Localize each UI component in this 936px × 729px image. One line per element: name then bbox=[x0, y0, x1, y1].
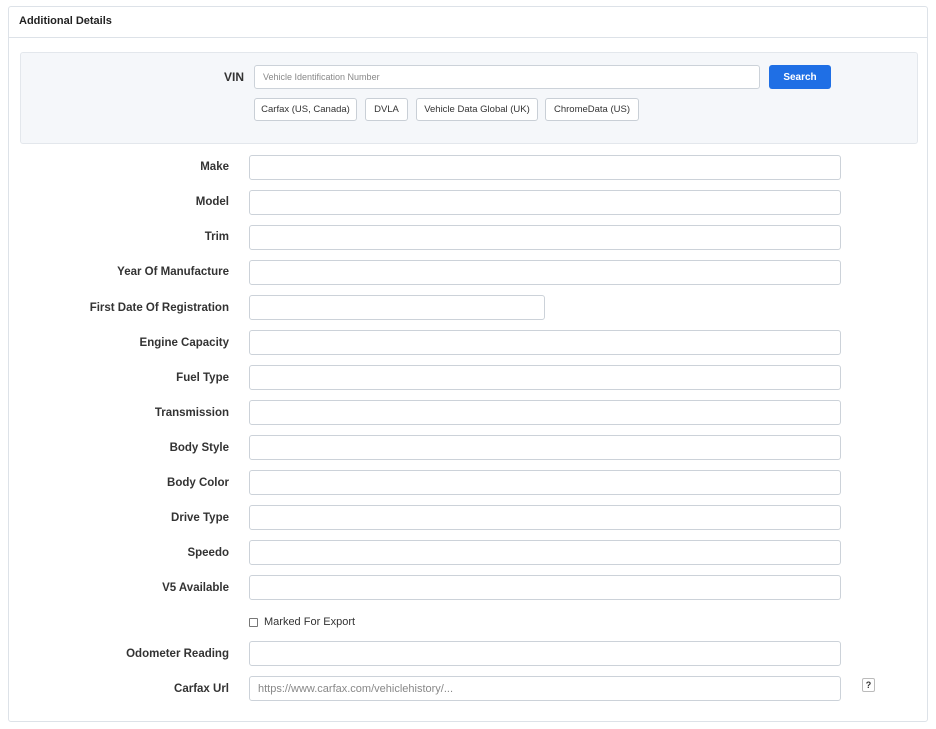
model-field[interactable] bbox=[249, 190, 841, 215]
body-color-label: Body Color bbox=[167, 477, 229, 489]
make-field[interactable] bbox=[249, 155, 841, 180]
vin-input[interactable] bbox=[254, 65, 760, 89]
v5-available-field[interactable] bbox=[249, 575, 841, 600]
trim-field[interactable] bbox=[249, 225, 841, 250]
provider-carfax-button[interactable]: Carfax (US, Canada) bbox=[254, 98, 357, 121]
additional-details-panel: Additional Details VIN Search Carfax (US… bbox=[8, 6, 928, 722]
drive-type-label: Drive Type bbox=[171, 512, 229, 524]
year-field[interactable] bbox=[249, 260, 841, 285]
body-style-label: Body Style bbox=[169, 442, 229, 454]
fuel-type-field[interactable] bbox=[249, 365, 841, 390]
help-icon[interactable]: ? bbox=[862, 678, 875, 692]
transmission-field[interactable] bbox=[249, 400, 841, 425]
trim-label: Trim bbox=[204, 231, 229, 243]
first-registration-label: First Date Of Registration bbox=[89, 302, 229, 314]
year-label: Year Of Manufacture bbox=[117, 266, 229, 278]
export-checkbox-row[interactable]: Marked For Export bbox=[249, 616, 355, 628]
speedo-field[interactable] bbox=[249, 540, 841, 565]
speedo-label: Speedo bbox=[187, 547, 229, 559]
fuel-type-label: Fuel Type bbox=[176, 372, 229, 384]
drive-type-field[interactable] bbox=[249, 505, 841, 530]
provider-chromedata-button[interactable]: ChromeData (US) bbox=[545, 98, 639, 121]
provider-vdg-button[interactable]: Vehicle Data Global (UK) bbox=[416, 98, 538, 121]
odometer-label: Odometer Reading bbox=[126, 648, 229, 660]
vin-lookup-box: VIN Search Carfax (US, Canada) DVLA Vehi… bbox=[20, 52, 918, 144]
make-label: Make bbox=[200, 161, 229, 173]
search-button[interactable]: Search bbox=[769, 65, 831, 89]
carfax-url-label: Carfax Url bbox=[174, 683, 229, 695]
body-style-field[interactable] bbox=[249, 435, 841, 460]
export-checkbox-label: Marked For Export bbox=[264, 616, 356, 628]
export-checkbox[interactable] bbox=[249, 617, 258, 627]
panel-title: Additional Details bbox=[9, 7, 927, 38]
carfax-url-field[interactable] bbox=[249, 676, 841, 701]
engine-capacity-label: Engine Capacity bbox=[139, 337, 229, 349]
vin-label: VIN bbox=[223, 70, 244, 84]
engine-capacity-field[interactable] bbox=[249, 330, 841, 355]
odometer-field[interactable] bbox=[249, 641, 841, 666]
transmission-label: Transmission bbox=[154, 407, 229, 419]
body-color-field[interactable] bbox=[249, 470, 841, 495]
model-label: Model bbox=[195, 196, 229, 208]
first-registration-field[interactable] bbox=[249, 295, 545, 320]
v5-available-label: V5 Available bbox=[162, 582, 229, 594]
provider-dvla-button[interactable]: DVLA bbox=[365, 98, 408, 121]
